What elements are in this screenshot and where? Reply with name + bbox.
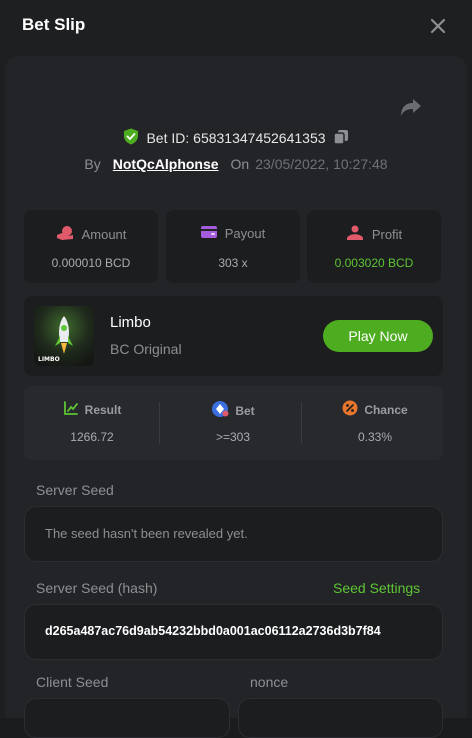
chance-column: Chance 0.33% bbox=[307, 386, 443, 460]
client-seed-label: Client Seed bbox=[36, 674, 109, 690]
bet-label-row: Bet bbox=[165, 400, 301, 421]
bet-slip-modal: Bet Slip Bet ID: 65831347452641353 By No… bbox=[0, 0, 472, 738]
coins-icon bbox=[56, 225, 74, 244]
close-icon[interactable] bbox=[426, 14, 450, 38]
share-icon[interactable] bbox=[399, 96, 423, 118]
thumb-text: LIMBO bbox=[38, 356, 60, 363]
result-label: Result bbox=[84, 402, 122, 417]
profit-card: Profit 0.003020 BCD bbox=[307, 210, 441, 283]
payout-label-row: Payout bbox=[166, 225, 300, 242]
bet-label: Bet bbox=[235, 403, 255, 418]
amount-value: 0.000010 BCD bbox=[51, 256, 131, 270]
payout-value: 303 x bbox=[218, 256, 248, 270]
server-seed-hash-field[interactable]: d265a487ac76d9ab54232bbd0a001ac06112a273… bbox=[24, 604, 443, 660]
amount-label-row: Amount bbox=[24, 225, 158, 244]
nonce-field[interactable] bbox=[238, 698, 443, 738]
play-now-button[interactable]: Play Now bbox=[323, 320, 433, 352]
bet-column: Bet >=303 bbox=[165, 386, 301, 460]
modal-header: Bet Slip bbox=[0, 0, 472, 52]
bet-value: >=303 bbox=[215, 430, 251, 444]
payout-label: Payout bbox=[224, 226, 266, 241]
divider bbox=[301, 402, 302, 444]
bet-id-row: Bet ID: 65831347452641353 bbox=[0, 128, 472, 148]
username-link[interactable]: NotQcAlphonse bbox=[113, 156, 219, 172]
amount-card: Amount 0.000010 BCD bbox=[24, 210, 158, 283]
seed-settings-link[interactable]: Seed Settings bbox=[333, 580, 420, 596]
on-label: On bbox=[230, 156, 250, 172]
bet-datetime: 23/05/2022, 10:27:48 bbox=[255, 156, 388, 172]
result-column: Result 1266.72 bbox=[24, 386, 160, 460]
percent-icon bbox=[342, 400, 358, 419]
bet-icon bbox=[211, 400, 229, 421]
profit-label: Profit bbox=[371, 227, 403, 242]
copy-icon[interactable] bbox=[332, 129, 349, 148]
payout-card: Payout 303 x bbox=[166, 210, 300, 283]
chance-value: 0.33% bbox=[357, 430, 393, 444]
result-label-row: Result bbox=[24, 400, 160, 419]
server-seed-field[interactable]: The seed hasn't been revealed yet. bbox=[24, 506, 443, 562]
bet-author-row: By NotQcAlphonse On 23/05/2022, 10:27:48 bbox=[0, 154, 472, 174]
game-thumbnail[interactable]: LIMBO bbox=[34, 306, 94, 366]
client-seed-field[interactable] bbox=[24, 698, 230, 738]
nonce-label: nonce bbox=[250, 674, 289, 690]
modal-title: Bet Slip bbox=[22, 15, 86, 34]
game-card: LIMBO Limbo BC Original Play Now bbox=[24, 296, 443, 376]
chance-label-row: Chance bbox=[307, 400, 443, 419]
server-seed-hash-value: d265a487ac76d9ab54232bbd0a001ac06112a273… bbox=[45, 624, 381, 638]
by-label: By bbox=[84, 156, 101, 172]
amount-label: Amount bbox=[81, 227, 127, 242]
shield-check-icon bbox=[123, 128, 139, 148]
chance-label: Chance bbox=[364, 402, 408, 417]
chart-icon bbox=[63, 400, 79, 419]
game-name: Limbo bbox=[110, 314, 151, 331]
bet-id-text: Bet ID: 65831347452641353 bbox=[146, 130, 326, 146]
server-seed-hash-label: Server Seed (hash) bbox=[36, 580, 158, 596]
wallet-icon bbox=[200, 225, 217, 242]
divider bbox=[159, 402, 160, 444]
game-subtitle: BC Original bbox=[110, 341, 182, 357]
server-seed-value: The seed hasn't been revealed yet. bbox=[45, 526, 248, 541]
profit-icon bbox=[346, 225, 364, 244]
result-card: Result 1266.72 Bet >=303 Chance 0.33% bbox=[24, 386, 443, 460]
profit-value: 0.003020 BCD bbox=[334, 256, 414, 270]
result-value: 1266.72 bbox=[70, 430, 114, 444]
profit-label-row: Profit bbox=[307, 225, 441, 244]
server-seed-label: Server Seed bbox=[36, 482, 114, 498]
